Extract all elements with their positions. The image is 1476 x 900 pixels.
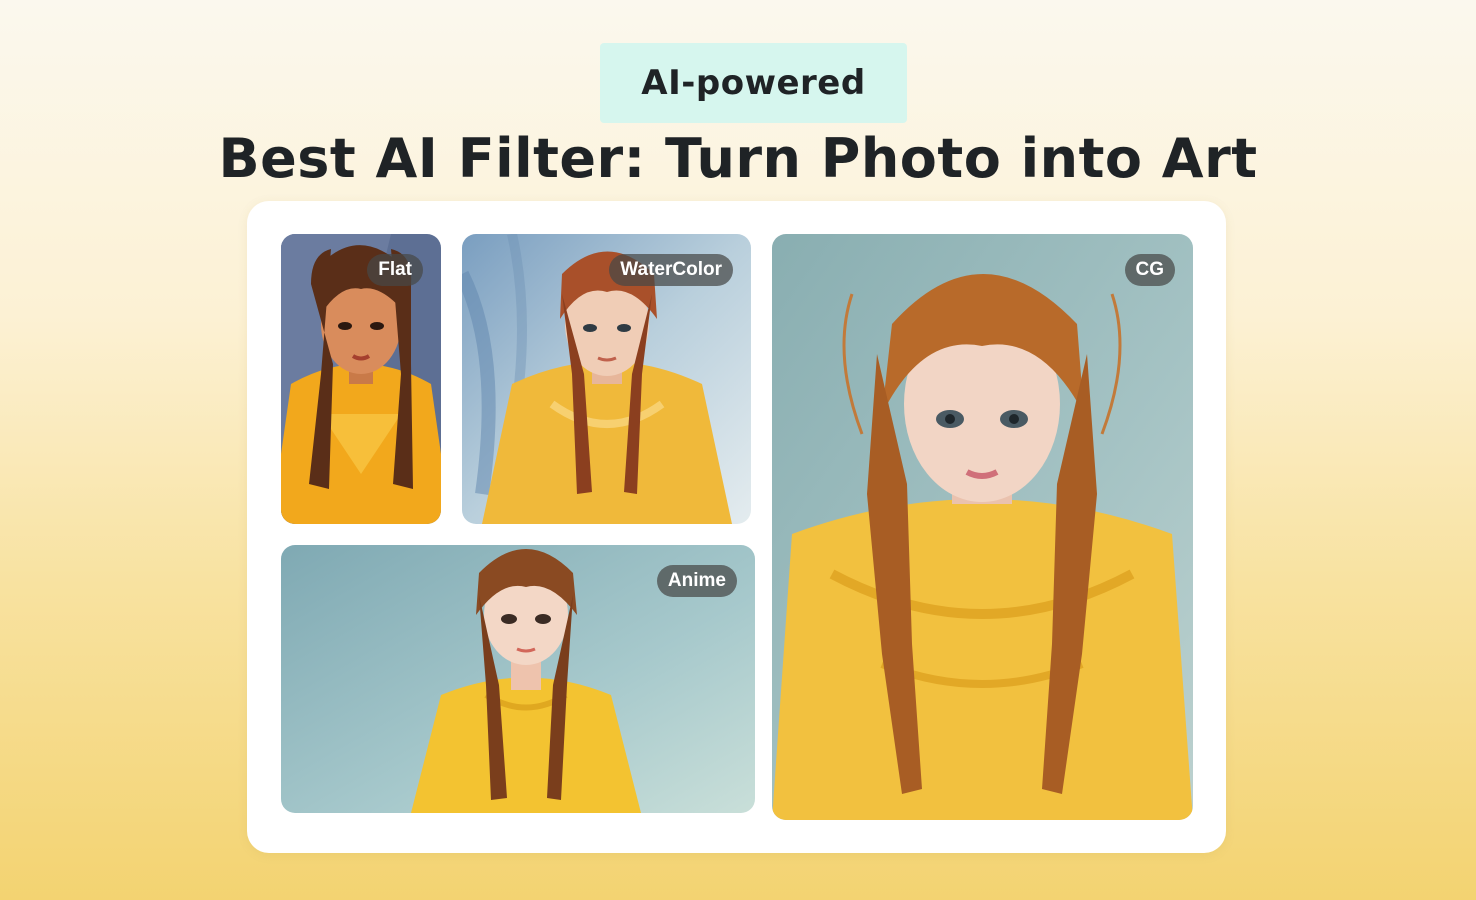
style-tag-flat: Flat	[367, 254, 423, 286]
ai-powered-badge: AI-powered	[600, 43, 907, 123]
cg-style-image: CG	[772, 234, 1193, 820]
style-tag-cg: CG	[1124, 254, 1175, 286]
watercolor-style-image: WaterColor	[462, 234, 751, 524]
flat-style-image: Flat	[281, 234, 441, 524]
style-tag-watercolor: WaterColor	[609, 254, 733, 286]
style-tag-anime: Anime	[656, 565, 737, 597]
page-title: Best AI Filter: Turn Photo into Art	[218, 127, 1258, 190]
cg-portrait-illustration	[772, 234, 1193, 820]
anime-style-image: Anime	[281, 545, 755, 813]
